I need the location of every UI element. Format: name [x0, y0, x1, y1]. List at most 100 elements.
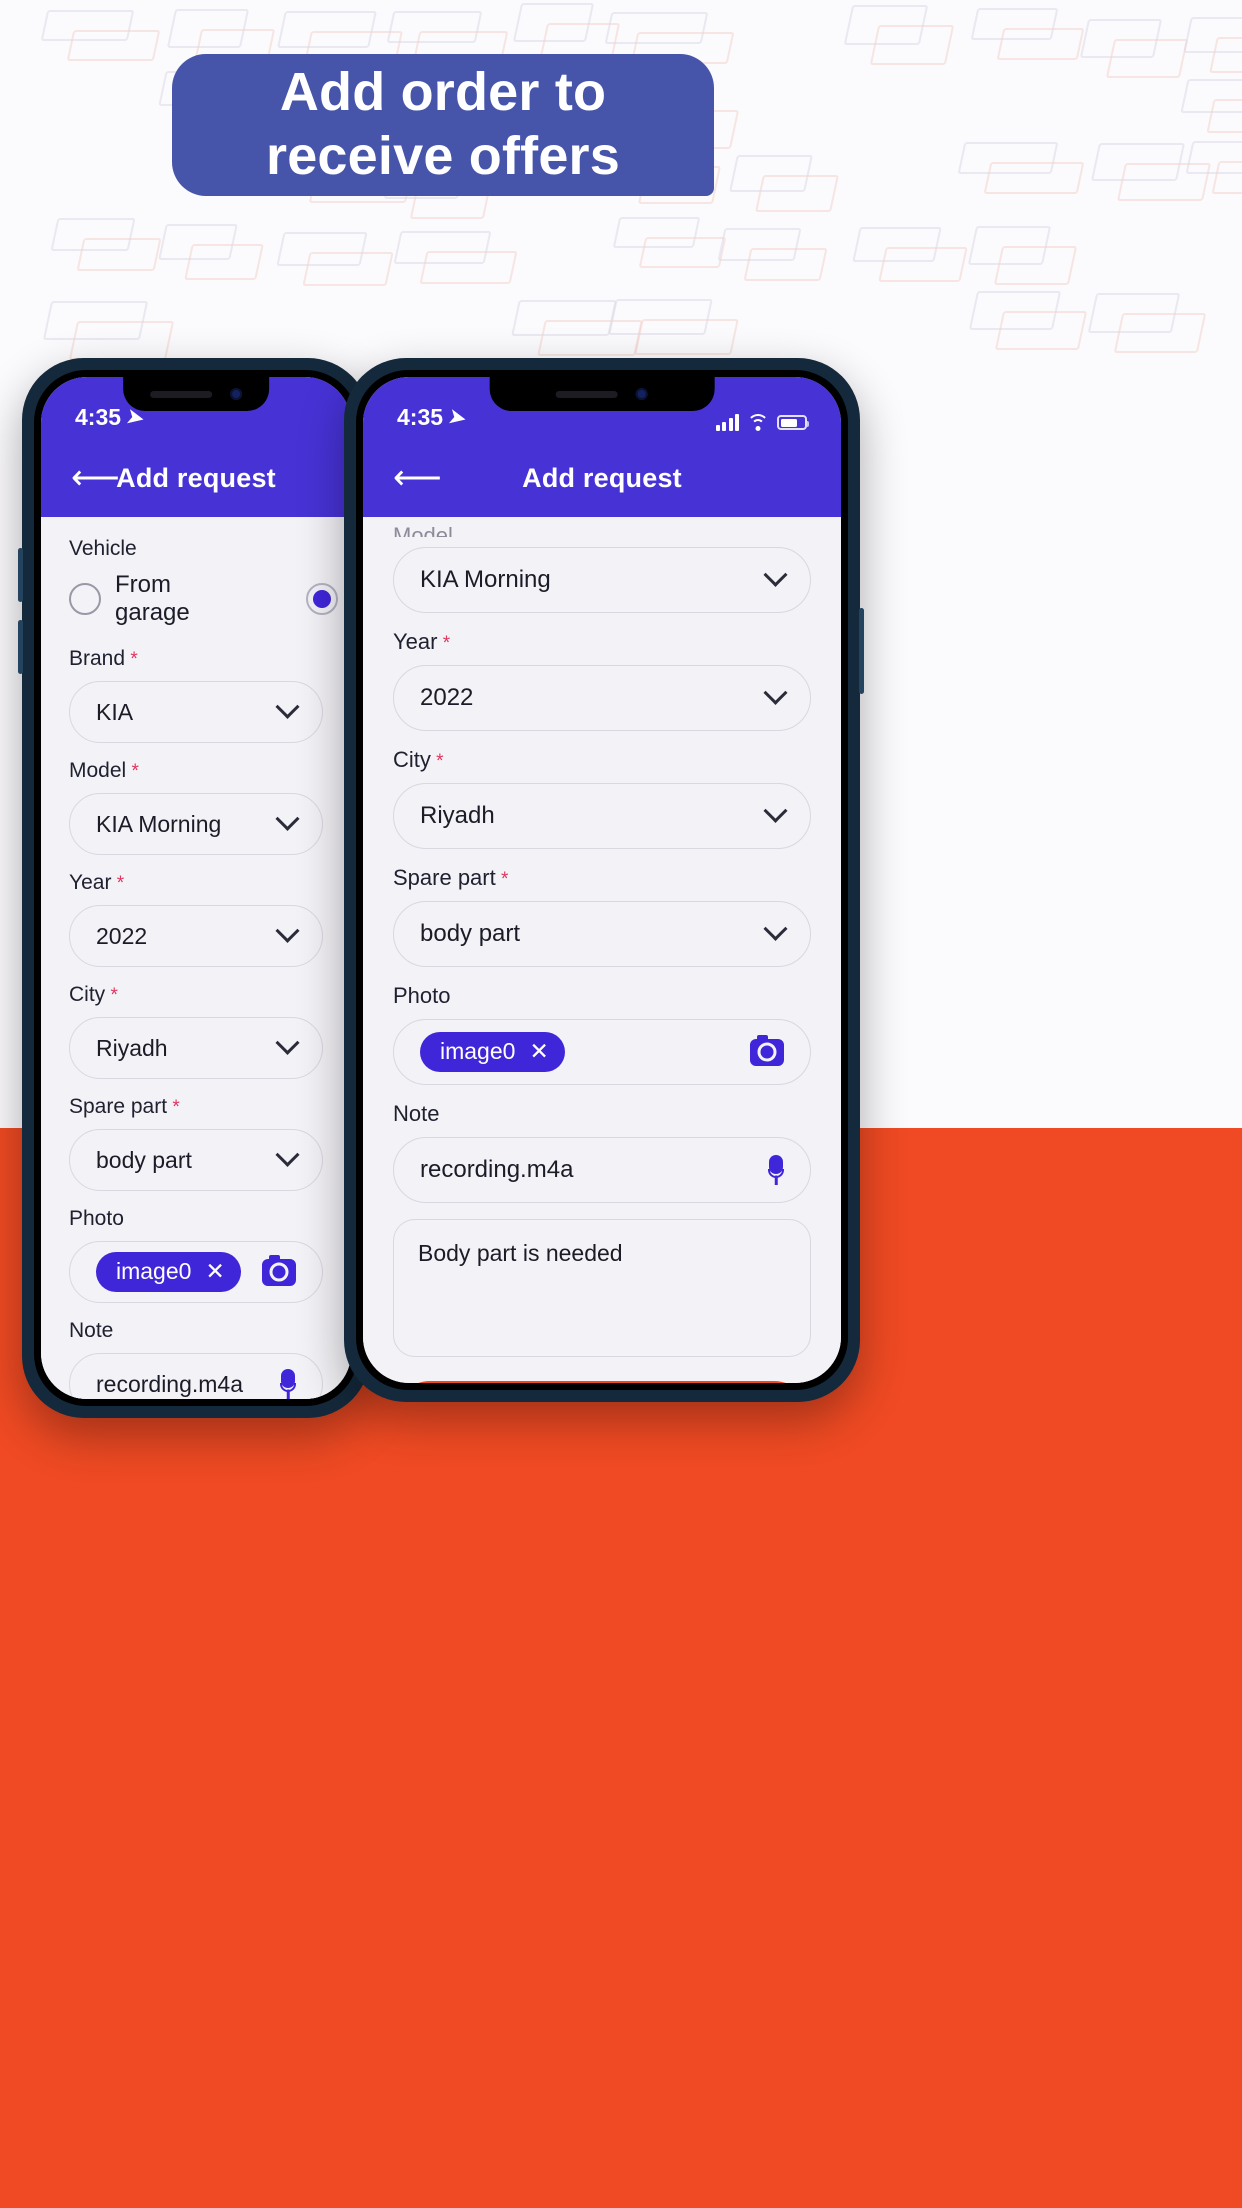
field-brand: Brand * KIA — [69, 647, 323, 743]
status-time: 4:35 — [75, 404, 122, 430]
volume-up-button[interactable] — [18, 548, 23, 602]
field-label: Year * — [393, 629, 451, 654]
chevron-down-icon — [763, 562, 788, 587]
status-bar-left: 4:35 ➤ — [41, 377, 351, 439]
field-city: City * Riyadh — [69, 983, 323, 1079]
photo-label: Photo — [69, 1207, 124, 1230]
speaker-grille — [556, 390, 618, 398]
radio-label: From garage — [115, 571, 190, 626]
city-select[interactable]: Riyadh — [69, 1017, 323, 1079]
phone-mockup-left: 4:35 ➤ ⟵ Add request Vehicle From garage… — [18, 358, 370, 1418]
location-arrow-icon: ➤ — [124, 405, 146, 431]
promo-screenshot: Add order to receive offers 4:35 ➤ ⟵ Add… — [0, 0, 1242, 2208]
spare-part-select[interactable]: body part — [69, 1129, 323, 1191]
chevron-down-icon — [763, 798, 788, 823]
model-select[interactable]: KIA Morning — [393, 547, 811, 613]
app-bar-left: 4:35 ➤ ⟵ Add request — [41, 377, 351, 517]
headline-line-1: Add order to — [279, 62, 607, 123]
field-spare-part: Spare part * body part — [393, 865, 811, 967]
recording-field[interactable]: recording.m4a — [393, 1137, 811, 1203]
phone-bezel-right: 4:35 ➤ ⟵ Add request Model KIA Morning Y… — [356, 370, 848, 1390]
chevron-down-icon — [275, 806, 300, 831]
chevron-down-icon — [275, 694, 300, 719]
field-label: Year * — [69, 871, 125, 894]
field-model: Model * KIA Morning — [69, 759, 323, 855]
radio-circle-selected-icon[interactable] — [305, 583, 338, 615]
screen-right: 4:35 ➤ ⟵ Add request Model KIA Morning Y… — [363, 377, 841, 1383]
field-model: KIA Morning — [393, 547, 811, 613]
city-value: Riyadh — [420, 802, 495, 829]
year-value: 2022 — [420, 684, 474, 711]
back-arrow-icon[interactable]: ⟵ — [393, 461, 442, 495]
title-bar-right: ⟵ Add request — [363, 439, 841, 517]
app-bar-right: 4:35 ➤ ⟵ Add request — [363, 377, 841, 517]
year-select[interactable]: 2022 — [69, 905, 323, 967]
vehicle-source-radio-group: From garage New — [69, 571, 338, 627]
chevron-down-icon — [763, 916, 788, 941]
front-camera-icon — [230, 388, 242, 400]
close-icon[interactable]: ✕ — [205, 1259, 224, 1285]
field-label: Model * — [69, 759, 139, 782]
front-camera-icon — [636, 388, 648, 400]
photo-chip[interactable]: image0 ✕ — [420, 1032, 565, 1072]
wifi-icon — [747, 414, 769, 431]
model-value: KIA Morning — [420, 566, 551, 593]
photo-chip-label: image0 — [440, 1038, 516, 1065]
year-select[interactable]: 2022 — [393, 665, 811, 731]
note-textarea[interactable]: Body part is needed — [393, 1219, 811, 1357]
camera-icon[interactable] — [262, 1254, 296, 1286]
field-label: Spare part * — [393, 865, 509, 890]
note-label: Note — [69, 1319, 114, 1342]
brand-value: KIA — [96, 698, 134, 725]
battery-icon — [777, 415, 809, 430]
field-photo: Photo image0 ✕ — [69, 1207, 323, 1303]
form-sheet-left: Vehicle From garage New Brand * — [41, 517, 351, 1399]
recording-field[interactable]: recording.m4a — [69, 1353, 323, 1399]
photo-chip[interactable]: image0 ✕ — [96, 1252, 241, 1292]
close-icon[interactable]: ✕ — [529, 1039, 548, 1065]
field-note: Note recording.m4a — [69, 1319, 323, 1399]
chevron-down-icon — [275, 1142, 300, 1167]
back-arrow-icon[interactable]: ⟵ — [71, 461, 120, 495]
spare-part-value: body part — [420, 920, 521, 947]
send-button[interactable]: Send — [393, 1381, 811, 1383]
power-button[interactable] — [859, 608, 864, 694]
photo-picker[interactable]: image0 ✕ — [69, 1241, 323, 1303]
form-sheet-right: Model KIA Morning Year * 2022 City * Riy… — [363, 517, 841, 1383]
field-label: Spare part * — [69, 1095, 180, 1118]
model-select[interactable]: KIA Morning — [69, 793, 323, 855]
cut-off-model-label: Model — [393, 523, 453, 537]
volume-down-button[interactable] — [18, 620, 23, 674]
status-bar-right: 4:35 ➤ — [363, 377, 841, 439]
field-note: Note recording.m4a — [393, 1101, 811, 1203]
microphone-icon[interactable] — [280, 1369, 296, 1399]
radio-circle-icon[interactable] — [69, 583, 101, 615]
field-label: City * — [393, 747, 444, 772]
headline-line-2: receive offers — [265, 126, 620, 186]
chevron-down-icon — [275, 1030, 300, 1055]
radio-option-from-garage[interactable]: From garage — [69, 571, 190, 627]
recording-value: recording.m4a — [420, 1156, 574, 1183]
vehicle-section-label: Vehicle — [69, 537, 137, 560]
field-label: Brand * — [69, 647, 138, 670]
photo-label: Photo — [393, 983, 451, 1008]
screen-left: 4:35 ➤ ⟵ Add request Vehicle From garage… — [41, 377, 351, 1399]
spare-part-value: body part — [96, 1146, 192, 1173]
camera-icon[interactable] — [750, 1034, 784, 1066]
speaker-grille — [150, 390, 212, 398]
field-photo: Photo image0 ✕ — [393, 983, 811, 1085]
microphone-icon[interactable] — [768, 1155, 784, 1185]
recording-value: recording.m4a — [96, 1370, 244, 1397]
status-time: 4:35 — [397, 404, 444, 430]
status-left-group: 4:35 ➤ — [397, 404, 468, 431]
chevron-down-icon — [275, 918, 300, 943]
photo-picker[interactable]: image0 ✕ — [393, 1019, 811, 1085]
chevron-down-icon — [763, 680, 788, 705]
field-year: Year * 2022 — [393, 629, 811, 731]
model-value: KIA Morning — [96, 810, 222, 837]
spare-part-select[interactable]: body part — [393, 901, 811, 967]
cellular-bars-icon — [715, 414, 739, 431]
brand-select[interactable]: KIA — [69, 681, 323, 743]
city-select[interactable]: Riyadh — [393, 783, 811, 849]
year-value: 2022 — [96, 922, 148, 949]
